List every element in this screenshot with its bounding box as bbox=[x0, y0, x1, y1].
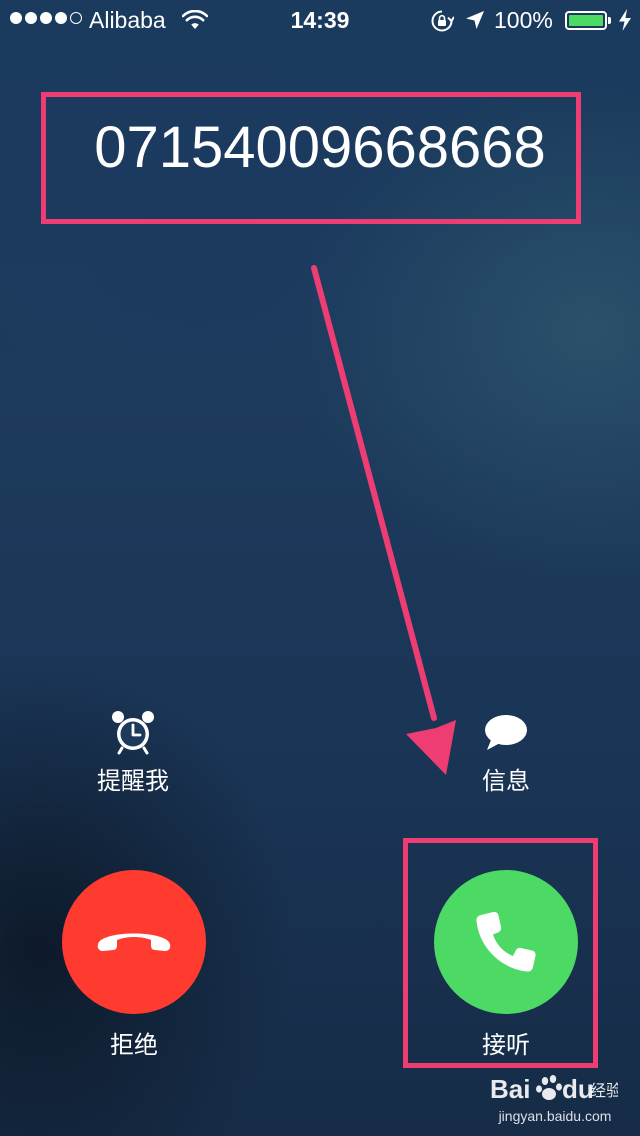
message-label: 信息 bbox=[482, 767, 530, 795]
signal-dot bbox=[55, 12, 67, 24]
signal-dot bbox=[40, 12, 52, 24]
status-time: 14:39 bbox=[290, 7, 350, 33]
battery-percentage: 100% bbox=[494, 7, 553, 33]
alarm-clock-icon bbox=[112, 711, 154, 755]
battery-level bbox=[569, 15, 603, 26]
incoming-call-screen: Alibaba 14:39 100% 07154009668668 提醒我 信息… bbox=[0, 0, 640, 1136]
signal-dot bbox=[25, 12, 37, 24]
message-button[interactable]: 信息 bbox=[426, 708, 586, 796]
wifi-icon bbox=[182, 10, 208, 29]
svg-text:经验: 经验 bbox=[590, 1081, 618, 1100]
accept-button[interactable] bbox=[434, 870, 578, 1014]
location-icon bbox=[466, 11, 484, 29]
remind-me-button[interactable]: 提醒我 bbox=[53, 708, 213, 796]
battery-cap bbox=[608, 17, 611, 24]
decline-label: 拒绝 bbox=[110, 1031, 158, 1059]
signal-dot bbox=[70, 12, 82, 24]
svg-text:du: du bbox=[562, 1074, 594, 1104]
signal-strength-icon bbox=[10, 12, 82, 24]
battery-icon bbox=[565, 11, 607, 30]
accept-call: 接听 bbox=[426, 870, 586, 1060]
caller-number: 07154009668668 bbox=[94, 115, 546, 180]
watermark-url: jingyan.baidu.com bbox=[498, 1108, 612, 1124]
accept-label: 接听 bbox=[482, 1031, 530, 1059]
baidu-jingyan-watermark: Bai du 经验 bbox=[490, 1074, 618, 1104]
remind-me-label: 提醒我 bbox=[97, 767, 169, 795]
phone-hangup-icon bbox=[97, 933, 171, 951]
decline-button[interactable] bbox=[62, 870, 206, 1014]
signal-dot bbox=[10, 12, 22, 24]
charging-icon bbox=[619, 9, 631, 31]
phone-icon bbox=[476, 911, 536, 972]
status-bar: Alibaba 14:39 100% bbox=[0, 0, 640, 40]
svg-text:Bai: Bai bbox=[490, 1074, 530, 1104]
decline-call: 拒绝 bbox=[54, 870, 214, 1060]
rotation-lock-icon bbox=[431, 10, 454, 32]
carrier-name: Alibaba bbox=[89, 7, 166, 33]
speech-bubble-icon bbox=[485, 715, 527, 750]
